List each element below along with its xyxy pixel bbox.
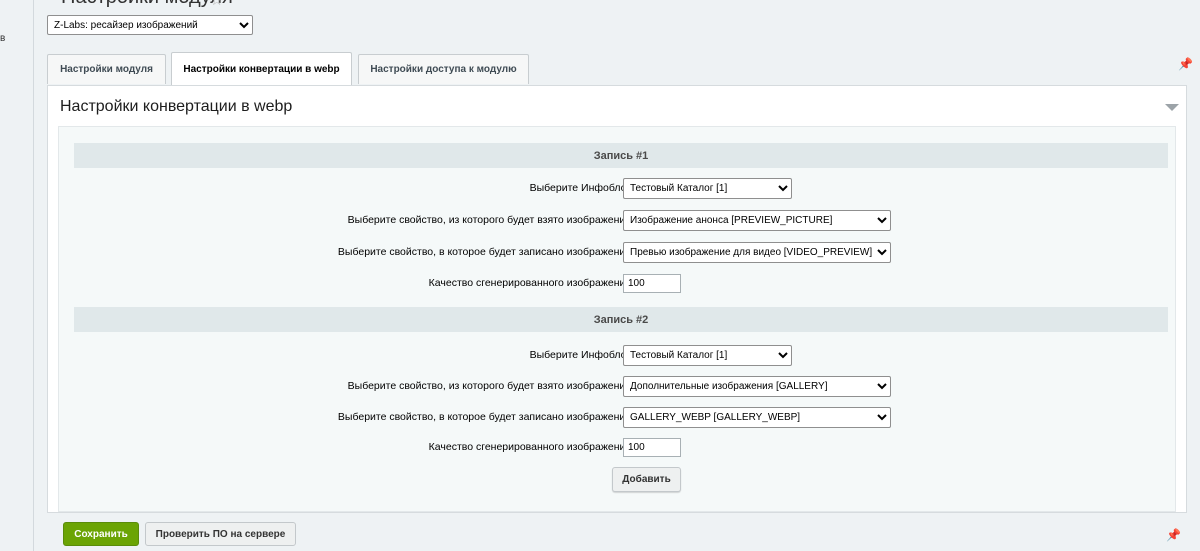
page-title: Настройки модуля (61, 0, 233, 9)
tab-access-settings[interactable]: Настройки доступа к модулю (358, 54, 529, 84)
iblock-select[interactable]: Тестовый Каталог [1] (623, 345, 792, 366)
record-header: Запись #2 (74, 307, 1168, 332)
record-row-target: Выберите свойство, в которое будет запис… (74, 407, 1168, 429)
check-server-button[interactable]: Проверить ПО на сервере (145, 522, 296, 546)
add-record-button[interactable]: Добавить (612, 467, 681, 492)
module-select[interactable]: Z-Labs: ресайзер изображений (47, 15, 253, 35)
quality-input[interactable] (623, 438, 681, 457)
record-row-quality: Качество сгенерированного изображения: (74, 273, 1168, 295)
source-property-label: Выберите свойство, из которого будет взя… (347, 214, 634, 226)
target-property-select[interactable]: GALLERY_WEBP [GALLERY_WEBP] (623, 407, 891, 428)
source-property-label: Выберите свойство, из которого будет взя… (347, 380, 634, 392)
panel-title: Настройки конвертации в webp (60, 98, 293, 115)
record-row-iblock: Выберите Инфоблок: Тестовый Каталог [1] (74, 178, 1168, 200)
record-row-source: Выберите свойство, из которого будет взя… (74, 210, 1168, 232)
star-icon[interactable]: ☆ (210, 0, 223, 9)
left-strip-label: в (0, 33, 6, 44)
quality-label: Качество сгенерированного изображения: (428, 277, 634, 289)
pin-icon[interactable]: 📌 (1166, 528, 1181, 542)
quality-label: Качество сгенерированного изображения: (428, 441, 634, 453)
record-row-target: Выберите свойство, в которое будет запис… (74, 242, 1168, 264)
collapse-arrow-icon[interactable] (1165, 104, 1179, 111)
tab-module-settings[interactable]: Настройки модуля (47, 54, 166, 84)
iblock-label: Выберите Инфоблок: (529, 349, 634, 361)
iblock-select[interactable]: Тестовый Каталог [1] (623, 178, 792, 199)
save-button[interactable]: Сохранить (63, 522, 139, 546)
source-property-select[interactable]: Изображение анонса [PREVIEW_PICTURE] (623, 210, 891, 231)
target-property-label: Выберите свойство, в которое будет запис… (337, 246, 634, 258)
quality-input[interactable] (623, 274, 681, 293)
tab-webp-settings[interactable]: Настройки конвертации в webp (171, 52, 352, 85)
iblock-label: Выберите Инфоблок: (529, 182, 634, 194)
record-row-quality: Качество сгенерированного изображения: (74, 437, 1168, 459)
target-property-label: Выберите свойство, в которое будет запис… (337, 411, 634, 423)
source-property-select[interactable]: Дополнительные изображения [GALLERY] (623, 376, 891, 397)
settings-panel: Настройки конвертации в webp Запись #1 В… (47, 85, 1187, 513)
records-container: Запись #1 Выберите Инфоблок: Тестовый Ка… (58, 126, 1176, 512)
record-row-source: Выберите свойство, из которого будет взя… (74, 376, 1168, 398)
record-row-iblock: Выберите Инфоблок: Тестовый Каталог [1] (74, 345, 1168, 367)
target-property-select[interactable]: Превью изображение для видео [VIDEO_PREV… (623, 242, 891, 263)
pin-icon[interactable]: 📌 (1178, 57, 1193, 71)
left-sidebar-strip: в (0, 0, 34, 551)
record-header: Запись #1 (74, 143, 1168, 168)
